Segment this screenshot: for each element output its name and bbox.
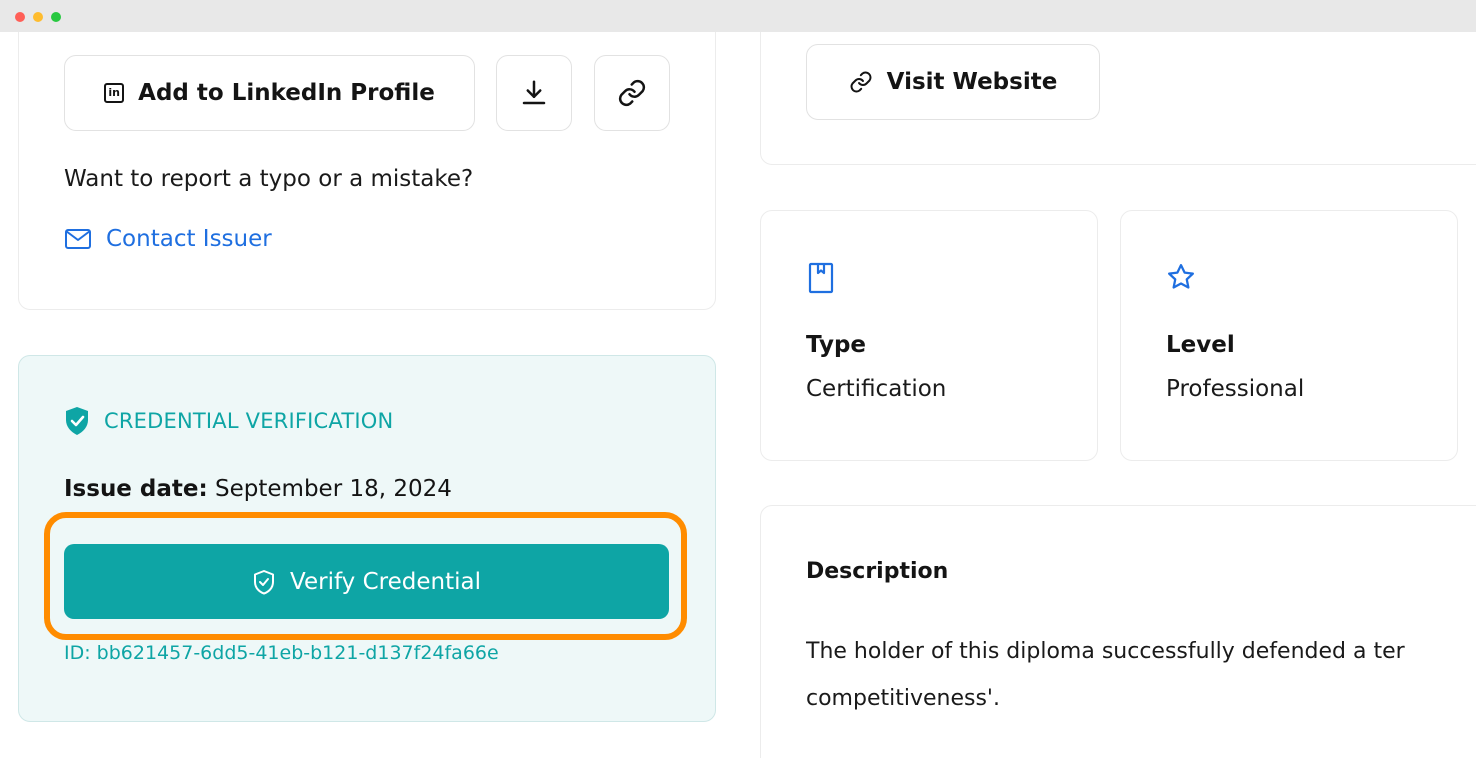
link-icon (850, 71, 872, 93)
description-line: competitiveness'. (806, 686, 1000, 711)
close-window-button[interactable] (15, 12, 25, 22)
add-to-linkedin-label: Add to LinkedIn Profile (138, 80, 435, 106)
visit-website-button[interactable]: Visit Website (806, 44, 1100, 120)
page-content: in Add to LinkedIn Profile Want to repor… (0, 32, 1476, 758)
description-line: The holder of this diploma successfully … (806, 639, 1405, 664)
contact-issuer-label: Contact Issuer (106, 226, 272, 252)
contact-issuer-link[interactable]: Contact Issuer (64, 226, 272, 252)
mail-icon (65, 229, 91, 249)
window-titlebar (0, 0, 1476, 32)
verification-heading: CREDENTIAL VERIFICATION (64, 406, 393, 436)
level-label: Level (1166, 332, 1235, 358)
verification-heading-text: CREDENTIAL VERIFICATION (104, 409, 394, 433)
issue-date: Issue date: September 18, 2024 (64, 476, 452, 502)
copy-link-button[interactable] (594, 55, 670, 131)
type-value: Certification (806, 376, 947, 402)
issue-date-value: September 18, 2024 (215, 476, 452, 502)
maximize-window-button[interactable] (51, 12, 61, 22)
download-button[interactable] (496, 55, 572, 131)
add-to-linkedin-button[interactable]: in Add to LinkedIn Profile (64, 55, 475, 131)
link-icon (618, 79, 646, 107)
star-icon (1168, 264, 1194, 289)
report-typo-prompt: Want to report a typo or a mistake? (64, 166, 474, 192)
type-label: Type (806, 332, 867, 358)
visit-website-label: Visit Website (886, 69, 1058, 95)
level-value: Professional (1166, 376, 1305, 402)
linkedin-icon: in (104, 83, 125, 103)
highlight-annotation (44, 512, 687, 640)
issue-date-label: Issue date: (64, 476, 208, 502)
download-icon (522, 80, 546, 105)
shield-check-icon (66, 407, 88, 435)
description-text: The holder of this diploma successfully … (806, 628, 1476, 722)
bookmark-icon (808, 262, 834, 294)
description-title: Description (806, 559, 949, 584)
credential-id: ID: bb621457-6dd5-41eb-b121-d137f24fa66e (64, 642, 499, 664)
minimize-window-button[interactable] (33, 12, 43, 22)
